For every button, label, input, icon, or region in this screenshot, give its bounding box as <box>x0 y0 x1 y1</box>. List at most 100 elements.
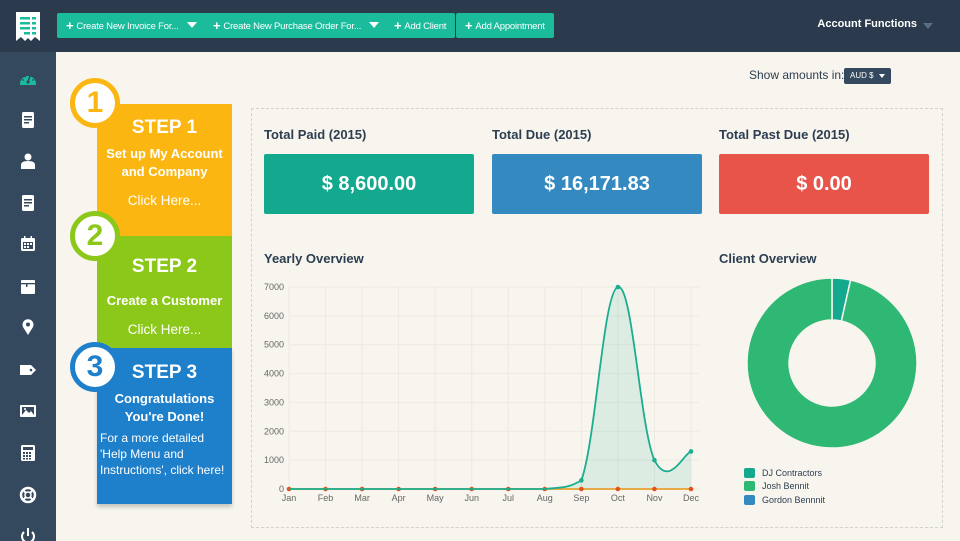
total-paid-label: Total Paid (2015) <box>264 127 367 142</box>
legend-swatch <box>744 481 755 492</box>
legend-item[interactable]: Gordon Bennnit <box>744 493 825 507</box>
create-invoice-button[interactable]: + Create New Invoice For... <box>57 13 206 38</box>
y-tick-label: 3000 <box>264 397 284 407</box>
total-past-due-label: Total Past Due (2015) <box>719 127 850 142</box>
step-3-badge: 3 <box>70 342 120 392</box>
sidebar-item-logout[interactable] <box>17 525 39 541</box>
purchase-order-icon <box>22 195 34 211</box>
logo-icon[interactable] <box>14 12 42 44</box>
currency-select[interactable]: AUD $ <box>844 68 891 84</box>
legend-item[interactable]: DJ Contractors <box>744 466 825 480</box>
y-tick-label: 7000 <box>264 282 284 292</box>
y-tick-label: 6000 <box>264 311 284 321</box>
inventory-icon <box>21 280 35 294</box>
donut-slice-josh-bennit[interactable] <box>746 277 918 449</box>
image-icon <box>20 405 36 417</box>
sidebar-item-calculator[interactable] <box>17 442 39 464</box>
y-tick-label: 1000 <box>264 455 284 465</box>
legend-label: Josh Bennit <box>762 481 810 492</box>
total-paid-card[interactable]: $ 8,600.00 <box>264 154 474 214</box>
legend-label: Gordon Bennnit <box>762 494 826 505</box>
x-tick-label: May <box>427 493 445 503</box>
sidebar-item-calendar[interactable] <box>17 233 39 255</box>
invoice-icon <box>22 112 34 128</box>
yearly-overview-chart: 01000200030004000500060007000Jan Feb Mar Ap… <box>264 282 700 503</box>
x-tick-label: Sep <box>573 493 589 503</box>
sidebar-item-dashboard[interactable] <box>17 68 39 90</box>
client-overview-chart <box>746 277 918 449</box>
y-tick-label: 2000 <box>264 426 284 436</box>
plus-icon: + <box>66 18 74 33</box>
x-tick-label: Dec <box>683 493 700 503</box>
sidebar-item-help[interactable] <box>17 484 39 506</box>
data-point[interactable] <box>652 486 657 492</box>
step-2-click-here-link[interactable]: Click Here... <box>97 322 232 337</box>
sidebar-item-images[interactable] <box>17 400 39 422</box>
total-due-card[interactable]: $ 16,171.83 <box>492 154 702 214</box>
y-tick-label: 4000 <box>264 369 284 379</box>
step-2-badge: 2 <box>70 211 120 261</box>
total-due-label: Total Due (2015) <box>492 127 592 142</box>
currency-label: Show amounts in: <box>749 68 845 82</box>
sidebar-item-tags[interactable] <box>17 359 39 381</box>
yearly-overview-title: Yearly Overview <box>264 251 364 266</box>
step-1-setup-account[interactable]: STEP 1 Set up My Account and Company Clic… <box>97 104 232 244</box>
account-functions-menu[interactable]: Account Functions <box>817 18 917 30</box>
tag-icon <box>20 365 36 375</box>
sidebar-item-purchase-orders[interactable] <box>17 192 39 214</box>
step-1-badge: 1 <box>70 78 120 128</box>
data-point[interactable] <box>688 449 694 454</box>
power-icon <box>21 528 35 541</box>
create-purchase-order-button[interactable]: + Create New Purchase Order For... <box>204 13 389 38</box>
chevron-down-icon[interactable] <box>923 23 933 29</box>
data-point[interactable] <box>579 486 584 492</box>
client-overview-title: Client Overview <box>719 251 817 266</box>
step-1-click-here-link[interactable]: Click Here... <box>97 193 232 208</box>
x-tick-label: Jan <box>282 493 297 503</box>
sidebar-item-locations[interactable] <box>17 316 39 338</box>
data-point[interactable] <box>615 486 621 492</box>
legend-swatch <box>744 494 755 505</box>
dashboard-icon <box>20 75 36 85</box>
chevron-down-icon <box>879 74 885 78</box>
add-appointment-button[interactable]: + Add Appointment <box>456 13 554 38</box>
sidebar-item-inventory[interactable] <box>17 276 39 298</box>
x-tick-label: Feb <box>318 493 334 503</box>
x-tick-label: Apr <box>392 493 406 503</box>
sidebar-item-invoices[interactable] <box>17 109 39 131</box>
location-icon <box>22 319 34 335</box>
plus-icon: + <box>394 18 402 33</box>
series-area-paid <box>289 286 691 489</box>
data-point[interactable] <box>688 486 694 492</box>
y-tick-label: 5000 <box>264 340 284 350</box>
x-tick-label: Aug <box>537 493 553 503</box>
x-tick-label: Mar <box>354 493 370 503</box>
x-tick-label: Jun <box>464 493 479 503</box>
x-tick-label: Jul <box>503 493 515 503</box>
add-client-button[interactable]: + Add Client <box>385 13 456 38</box>
client-legend: DJ Contractors Josh Bennit Gordon Bennnit <box>744 466 825 507</box>
sidebar <box>0 52 56 541</box>
plus-icon: + <box>465 18 473 33</box>
help-menu-link[interactable]: For a more detailed 'Help Menu and Instruc… <box>97 430 232 478</box>
data-point[interactable] <box>615 284 621 290</box>
getting-started-steps: STEP 1 Set up My Account and Company Clic… <box>70 78 234 508</box>
legend-item[interactable]: Josh Bennit <box>744 480 825 494</box>
chevron-down-icon <box>369 22 380 28</box>
legend-swatch <box>744 467 755 478</box>
top-bar: + Create New Invoice For... + Create New P… <box>0 0 960 52</box>
sidebar-item-clients[interactable] <box>17 150 39 172</box>
data-point[interactable] <box>579 478 584 483</box>
step-2-create-customer[interactable]: STEP 2 Create a Customer Click Here... <box>97 236 232 356</box>
x-tick-label: Nov <box>646 493 663 503</box>
legend-label: DJ Contractors <box>762 467 823 478</box>
calculator-icon <box>21 445 35 461</box>
calendar-icon <box>21 236 35 251</box>
chevron-down-icon <box>186 22 197 28</box>
plus-icon: + <box>213 18 221 33</box>
help-icon <box>19 486 37 504</box>
data-point[interactable] <box>652 457 657 463</box>
x-tick-label: Oct <box>611 493 626 503</box>
total-past-due-card[interactable]: $ 0.00 <box>719 154 929 214</box>
client-icon <box>21 153 35 169</box>
